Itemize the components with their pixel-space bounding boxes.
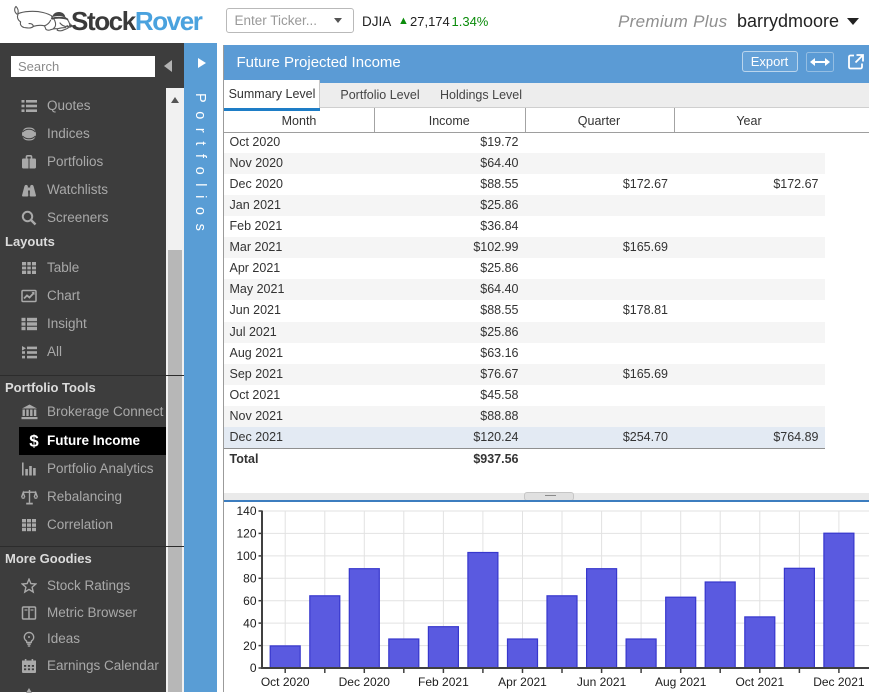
svg-text:40: 40	[243, 616, 257, 630]
svg-text:140: 140	[236, 504, 256, 518]
svg-text:100: 100	[236, 549, 256, 563]
svg-text:Oct 2020: Oct 2020	[261, 675, 310, 689]
svg-text:Aug 2021: Aug 2021	[655, 675, 707, 689]
svg-text:Dec 2021: Dec 2021	[813, 675, 865, 689]
svg-text:Apr 2021: Apr 2021	[498, 675, 547, 689]
svg-text:$: $	[29, 433, 39, 449]
svg-text:20: 20	[243, 639, 257, 653]
svg-text:Jun 2021: Jun 2021	[577, 675, 627, 689]
svg-text:Oct 2021: Oct 2021	[735, 675, 784, 689]
svg-text:60: 60	[243, 594, 257, 608]
svg-text:120: 120	[236, 527, 256, 541]
svg-text:80: 80	[243, 572, 257, 586]
svg-text:Feb 2021: Feb 2021	[418, 675, 469, 689]
svg-text:0: 0	[250, 661, 257, 675]
svg-text:Dec 2020: Dec 2020	[339, 675, 391, 689]
